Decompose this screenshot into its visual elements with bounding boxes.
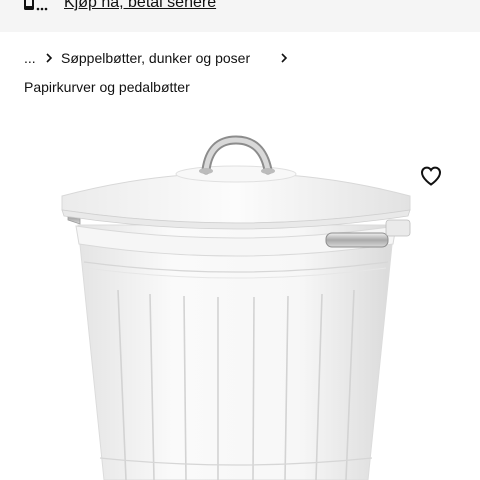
chevron-right-icon [281, 53, 288, 63]
product-image [61, 135, 411, 480]
breadcrumb-current-category[interactable]: Papirkurver og pedalbøtter [24, 77, 190, 97]
breadcrumb-ellipsis[interactable]: ... [24, 48, 38, 68]
breadcrumb-item-trash-cans[interactable]: Søppelbøtter, dunker og poser [61, 48, 250, 68]
payment-banner: Kjøp nå, betal senere [0, 0, 480, 32]
chevron-right-icon [46, 53, 53, 63]
buy-now-pay-later-link[interactable]: Kjøp nå, betal senere [64, 0, 216, 13]
payment-phone-icon [24, 0, 48, 11]
